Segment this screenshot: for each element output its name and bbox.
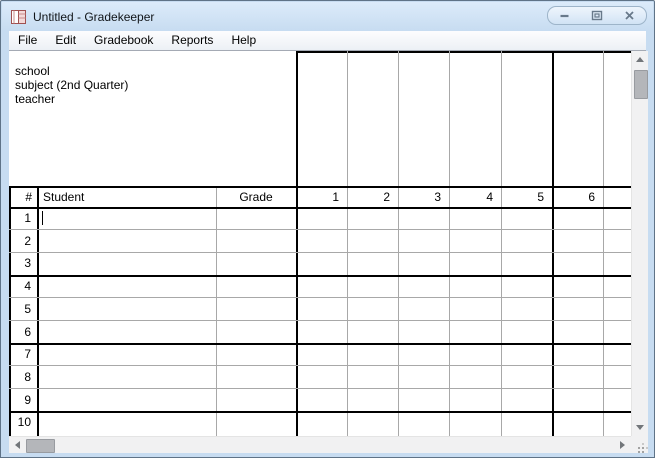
row-number[interactable]: 7 xyxy=(9,343,31,366)
assignment-header-5[interactable]: 5 xyxy=(501,186,544,207)
row-number[interactable]: 2 xyxy=(9,230,31,253)
menu-file[interactable]: File xyxy=(9,31,46,50)
vertical-scrollbar[interactable] xyxy=(631,51,648,436)
arrow-down-icon xyxy=(636,425,644,430)
content-area: school subject (2nd Quarter) teacher # S… xyxy=(9,51,648,453)
scroll-down-button[interactable] xyxy=(632,419,648,436)
horizontal-scrollbar[interactable] xyxy=(9,436,631,453)
scroll-right-button[interactable] xyxy=(614,437,631,453)
arrow-up-icon xyxy=(636,57,644,62)
row-number[interactable]: 8 xyxy=(9,366,31,389)
app-window: Untitled - Gradekeeper File Edit Gradebo… xyxy=(0,0,655,458)
minimize-icon xyxy=(560,14,569,18)
close-icon xyxy=(625,11,634,20)
close-button[interactable] xyxy=(613,7,646,24)
maximize-icon xyxy=(591,10,603,21)
row-number[interactable]: 1 xyxy=(9,207,31,230)
scroll-left-button[interactable] xyxy=(9,437,26,453)
row-number[interactable]: 6 xyxy=(9,321,31,344)
scroll-up-button[interactable] xyxy=(632,51,648,68)
row-number[interactable]: 9 xyxy=(9,389,31,412)
vertical-scroll-thumb[interactable] xyxy=(634,70,648,99)
menubar: File Edit Gradebook Reports Help xyxy=(9,31,646,51)
grid-lines xyxy=(9,51,631,436)
maximize-button[interactable] xyxy=(581,7,614,24)
minimize-button[interactable] xyxy=(548,7,581,24)
menu-reports[interactable]: Reports xyxy=(162,31,222,50)
size-grip-icon[interactable] xyxy=(631,436,648,453)
menu-edit[interactable]: Edit xyxy=(46,31,85,50)
assignment-header-1[interactable]: 1 xyxy=(296,186,339,207)
menu-help[interactable]: Help xyxy=(222,31,265,50)
row-number[interactable]: 3 xyxy=(9,252,31,275)
assignment-header-3[interactable]: 3 xyxy=(398,186,441,207)
row-number-header: # xyxy=(25,190,32,204)
grade-column-header: Grade xyxy=(239,190,273,204)
row-number[interactable]: 10 xyxy=(9,411,31,434)
assignment-header-4[interactable]: 4 xyxy=(449,186,493,207)
arrow-left-icon xyxy=(15,441,20,449)
assignment-header-2[interactable]: 2 xyxy=(347,186,390,207)
student-column-header: Student xyxy=(43,190,85,204)
menu-gradebook[interactable]: Gradebook xyxy=(85,31,162,50)
window-title: Untitled - Gradekeeper xyxy=(33,9,155,24)
gradebook-icon xyxy=(11,9,26,24)
titlebar[interactable]: Untitled - Gradekeeper xyxy=(2,2,653,31)
row-number[interactable]: 4 xyxy=(9,275,31,298)
window-controls xyxy=(547,6,647,25)
assignment-header-6[interactable]: 6 xyxy=(552,186,595,207)
row-number[interactable]: 5 xyxy=(9,298,31,321)
gradebook-grid[interactable]: school subject (2nd Quarter) teacher # S… xyxy=(9,51,631,437)
horizontal-scroll-thumb[interactable] xyxy=(26,439,55,453)
text-caret xyxy=(42,211,43,225)
arrow-right-icon xyxy=(620,441,625,449)
